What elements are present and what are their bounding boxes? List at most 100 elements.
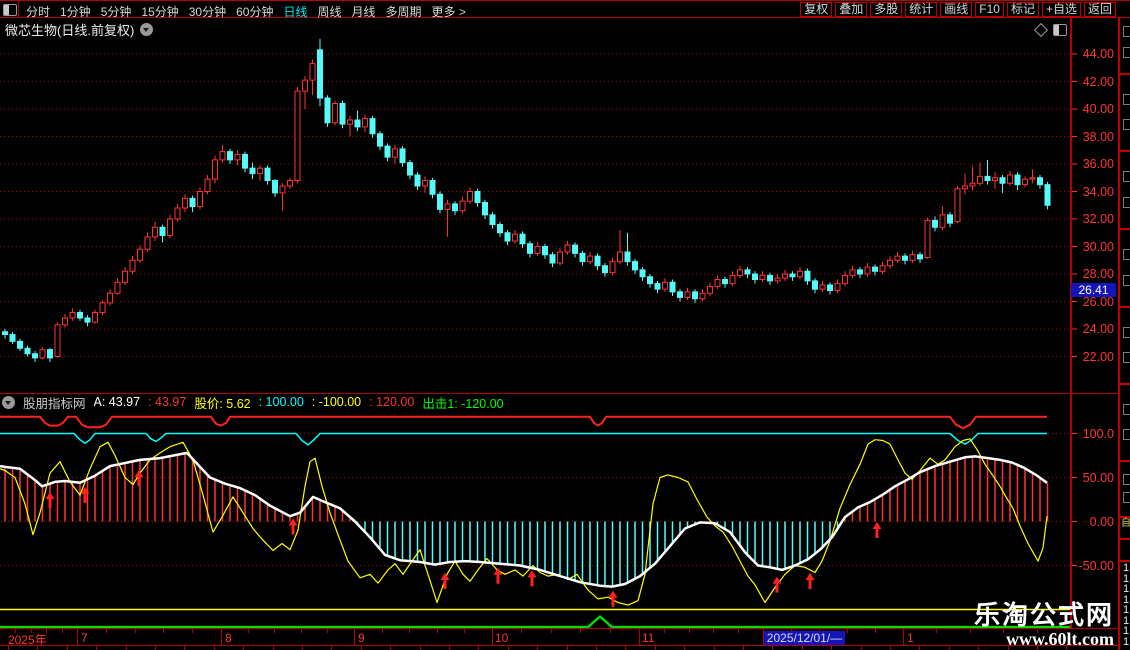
axis-border-line bbox=[1070, 18, 1072, 646]
sidebar-separator bbox=[1120, 150, 1130, 152]
panel-divider bbox=[0, 393, 1118, 394]
menu-item-1分钟[interactable]: 1分钟 bbox=[60, 3, 91, 20]
price-axis-label: 30.00 bbox=[1076, 240, 1114, 254]
bottom-strip-tick bbox=[714, 646, 715, 650]
split-window-icon[interactable] bbox=[3, 4, 17, 16]
indicator-header-segment-5: : -100.00 bbox=[312, 395, 361, 409]
sidebar-separator bbox=[1120, 460, 1130, 462]
sidebar-digit: 1 bbox=[1123, 605, 1129, 615]
bottom-strip-tick bbox=[243, 646, 244, 650]
menu-item-日线[interactable]: 日线 bbox=[283, 3, 307, 20]
menu-item-15分钟[interactable]: 15分钟 bbox=[141, 3, 178, 20]
right-sidebar[interactable]: 自11111111 bbox=[1118, 0, 1130, 650]
sidebar-text-fragment[interactable] bbox=[1123, 94, 1130, 105]
chart-corner-icons bbox=[1036, 24, 1067, 36]
bottom-strip-tick bbox=[420, 646, 421, 650]
menu-item-多周期[interactable]: 多周期 bbox=[386, 3, 422, 20]
date-axis-divider bbox=[221, 629, 222, 645]
sidebar-text-fragment[interactable] bbox=[1123, 492, 1130, 503]
indicator-header-segment-1: A: 43.97 bbox=[94, 395, 141, 409]
toolbar-button-复权[interactable]: 复权 bbox=[800, 2, 832, 17]
bottom-strip-tick bbox=[919, 646, 920, 650]
sidebar-text-fragment[interactable] bbox=[1123, 327, 1130, 338]
bottom-strip-tick bbox=[273, 646, 274, 650]
price-axis-label: 38.00 bbox=[1076, 130, 1114, 144]
sidebar-text-fragment[interactable] bbox=[1123, 429, 1130, 440]
bottom-strip-tick bbox=[743, 646, 744, 650]
sidebar-text-fragment[interactable] bbox=[1123, 474, 1130, 485]
bottom-strip-tick bbox=[537, 646, 538, 650]
sidebar-text-fragment[interactable] bbox=[1123, 26, 1130, 37]
bottom-cut-row bbox=[0, 646, 1118, 650]
bottom-strip-tick bbox=[478, 646, 479, 650]
watermark-site-name: 乐淘公式网 bbox=[974, 602, 1114, 629]
date-axis-tick bbox=[551, 629, 552, 633]
menu-item-更多 >[interactable]: 更多 > bbox=[432, 3, 466, 20]
window-split-icon[interactable] bbox=[1053, 24, 1067, 36]
date-axis-label: 10 bbox=[495, 631, 508, 645]
diamond-icon[interactable] bbox=[1034, 23, 1048, 37]
toolbar-button-多股[interactable]: 多股 bbox=[870, 2, 902, 17]
toolbar-button-F10[interactable]: F10 bbox=[975, 2, 1004, 17]
chevron-down-icon[interactable] bbox=[140, 23, 153, 36]
sidebar-text-fragment[interactable] bbox=[1123, 47, 1130, 58]
bottom-strip-tick bbox=[772, 646, 773, 650]
sidebar-separator bbox=[1120, 228, 1130, 230]
sidebar-text-fragment[interactable] bbox=[1123, 119, 1130, 130]
indicator-axis-label: 100.0 bbox=[1076, 427, 1114, 441]
toolbar-button-画线[interactable]: 画线 bbox=[940, 2, 972, 17]
sidebar-text-fragment[interactable] bbox=[1123, 404, 1130, 415]
bottom-strip-tick bbox=[8, 646, 9, 650]
toolbar-button-标记[interactable]: 标记 bbox=[1007, 2, 1039, 17]
toolbar-button-统计[interactable]: 统计 bbox=[905, 2, 937, 17]
date-axis-tick bbox=[163, 629, 164, 633]
date-axis[interactable]: 2025年78910112025/12/01/—1 bbox=[0, 628, 1118, 646]
bottom-strip-tick bbox=[155, 646, 156, 650]
bottom-strip-tick bbox=[567, 646, 568, 650]
bottom-strip-tick bbox=[949, 646, 950, 650]
indicator-header-segment-2: : 43.97 bbox=[148, 395, 186, 409]
sidebar-text-fragment[interactable] bbox=[1123, 352, 1130, 363]
toolbar-button-+自选[interactable]: +自选 bbox=[1042, 2, 1081, 17]
date-axis-tick bbox=[738, 629, 739, 633]
sidebar-text-fragment[interactable] bbox=[1123, 275, 1130, 286]
sidebar-separator bbox=[1120, 73, 1130, 75]
price-axis-label: 40.00 bbox=[1076, 102, 1114, 116]
date-axis-tick bbox=[327, 629, 328, 633]
date-axis-label: 8 bbox=[225, 631, 232, 645]
date-axis-tick bbox=[192, 629, 193, 633]
price-axis-label: 36.00 bbox=[1076, 157, 1114, 171]
menu-item-5分钟[interactable]: 5分钟 bbox=[101, 3, 132, 20]
watermark: 乐淘公式网 www.60lt.com bbox=[974, 602, 1114, 649]
bottom-strip-tick bbox=[37, 646, 38, 650]
bottom-strip-tick bbox=[684, 646, 685, 650]
sidebar-text-fragment[interactable] bbox=[1123, 171, 1130, 182]
sidebar-digit: 1 bbox=[1123, 626, 1129, 636]
date-axis-label: 2025/12/01/— bbox=[764, 631, 845, 645]
bottom-strip-tick bbox=[508, 646, 509, 650]
price-axis-label: 34.00 bbox=[1076, 185, 1114, 199]
menu-item-分时[interactable]: 分时 bbox=[26, 3, 50, 20]
date-axis-tick bbox=[62, 629, 63, 633]
date-axis-tick bbox=[875, 629, 876, 633]
menu-item-月线[interactable]: 月线 bbox=[352, 3, 376, 20]
indicator-header[interactable]: 股朋指标网A: 43.97: 43.97股价: 5.62: 100.00: -1… bbox=[2, 395, 504, 409]
date-axis-tick bbox=[610, 629, 611, 633]
indicator-axis-label: 50.00 bbox=[1076, 471, 1114, 485]
menu-item-周线[interactable]: 周线 bbox=[317, 3, 341, 20]
chart-title-row[interactable]: 微芯生物(日线.前复权) bbox=[5, 20, 153, 39]
date-axis-label: 1 bbox=[907, 631, 914, 645]
sidebar-fragment-label[interactable]: 自 bbox=[1121, 519, 1130, 529]
indicator-axis-label: 0.00 bbox=[1076, 515, 1114, 529]
bottom-strip-tick bbox=[596, 646, 597, 650]
toolbar-button-返回[interactable]: 返回 bbox=[1084, 2, 1116, 17]
menu-item-30分钟[interactable]: 30分钟 bbox=[189, 3, 226, 20]
toolbar-button-叠加[interactable]: 叠加 bbox=[835, 2, 867, 17]
sidebar-text-fragment[interactable] bbox=[1123, 249, 1130, 260]
menu-item-60分钟[interactable]: 60分钟 bbox=[236, 3, 273, 20]
price-axis-label: 44.00 bbox=[1076, 47, 1114, 61]
indicator-axis-label: -50.00 bbox=[1076, 559, 1114, 573]
date-axis-tick bbox=[274, 629, 275, 633]
indicator-chevron-icon[interactable] bbox=[2, 396, 15, 409]
sidebar-text-fragment[interactable] bbox=[1123, 197, 1130, 208]
